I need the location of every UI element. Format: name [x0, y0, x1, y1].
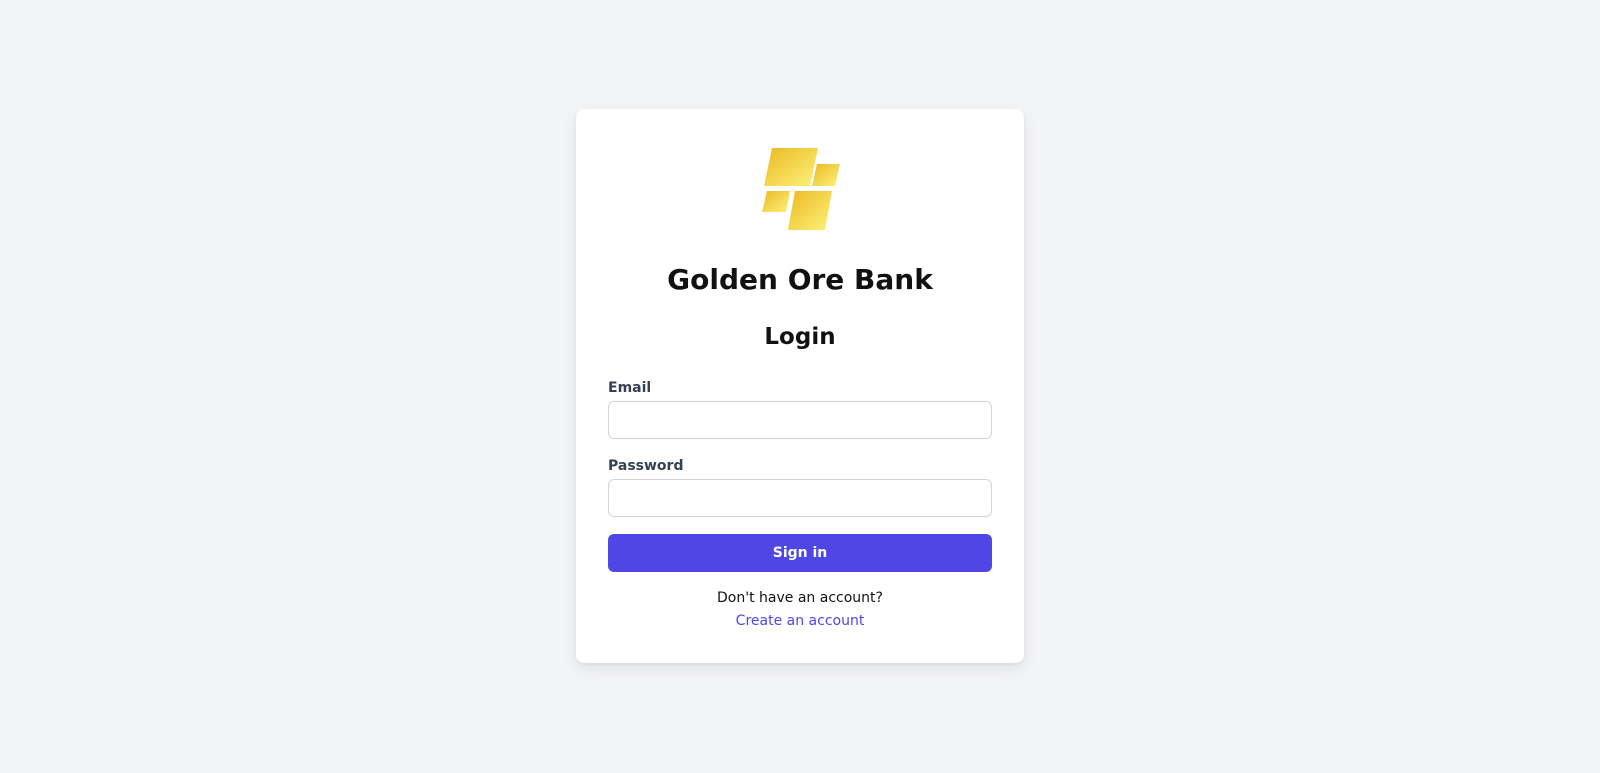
gold-bars-icon: [762, 148, 840, 230]
password-label: Password: [608, 458, 684, 474]
email-label: Email: [608, 380, 652, 396]
password-input[interactable]: [608, 479, 992, 517]
sign-in-button[interactable]: Sign in: [608, 534, 992, 572]
create-account-link[interactable]: Create an account: [576, 612, 1024, 630]
no-account-text: Don't have an account?: [717, 590, 883, 606]
login-heading: Login: [764, 324, 836, 350]
bank-name: Golden Ore Bank: [667, 263, 933, 296]
login-card: Golden Ore Bank Login Email Password Sig…: [576, 109, 1024, 663]
email-input[interactable]: [608, 401, 992, 439]
